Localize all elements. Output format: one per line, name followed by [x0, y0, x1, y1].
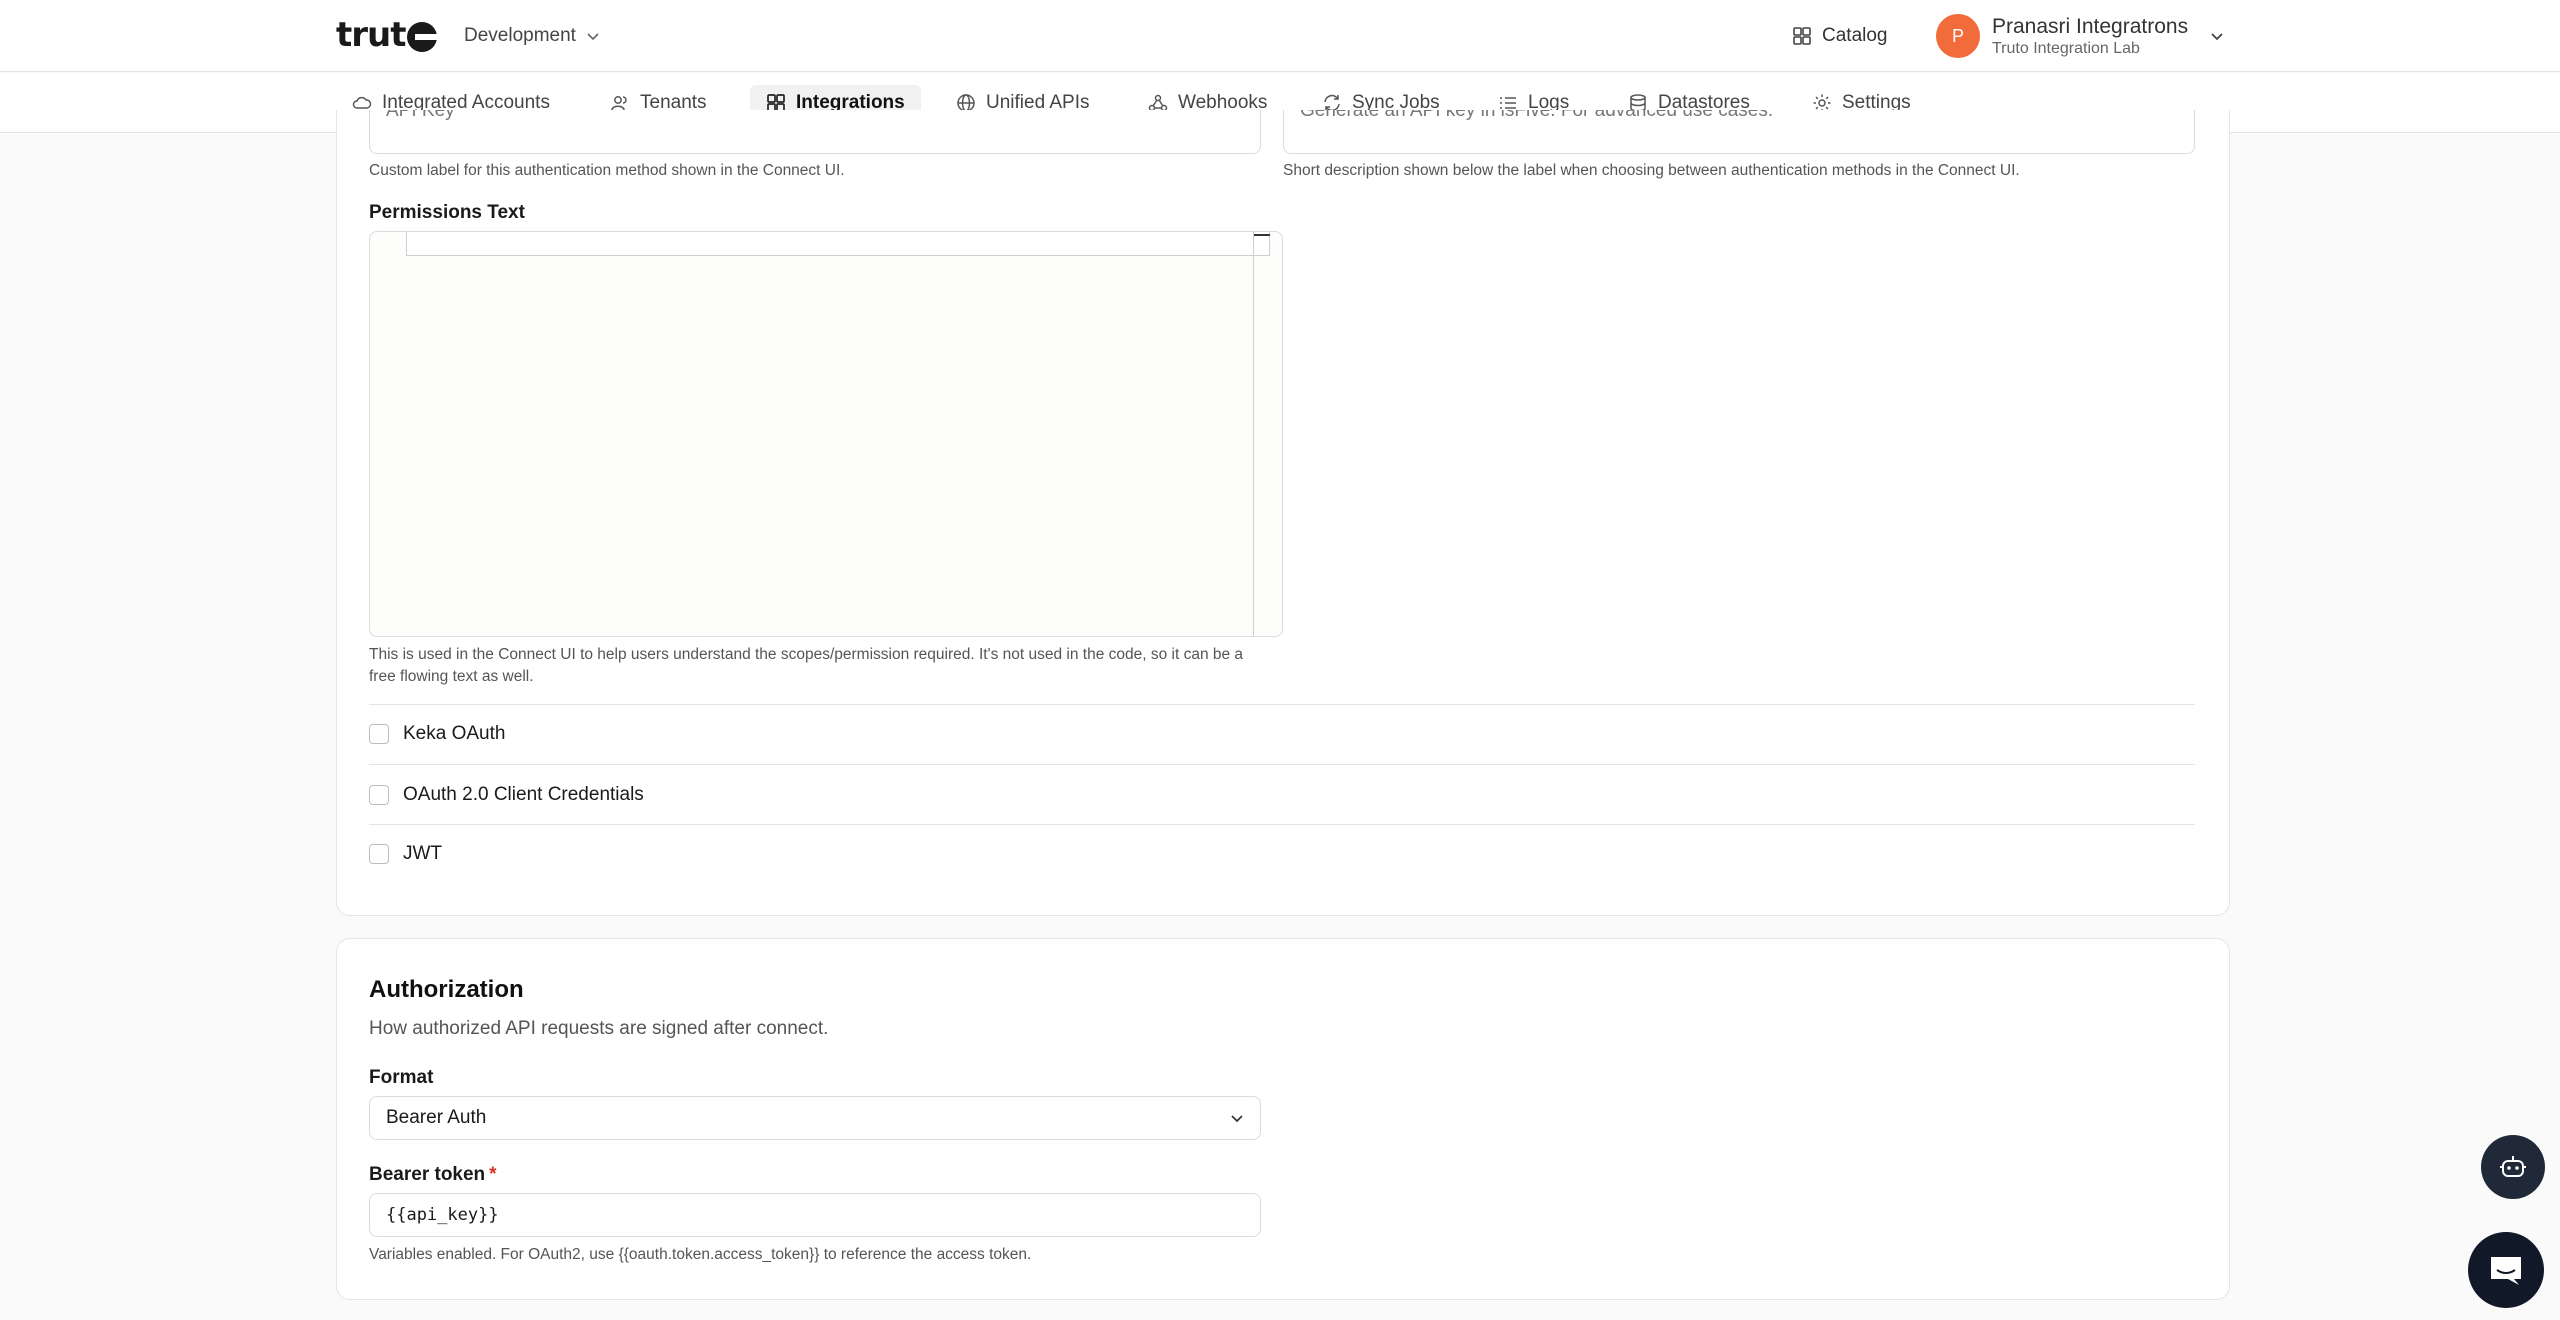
auth-description-help: Short description shown below the label …	[1283, 162, 2020, 179]
logo-text: trut	[336, 15, 406, 55]
environment-selector[interactable]: Development	[464, 22, 600, 50]
permissions-help: This is used in the Connect UI to help u…	[369, 646, 1244, 685]
format-value: Bearer Auth	[386, 1107, 487, 1128]
top-bar: trut Development Catalog P Pranasri Inte…	[0, 0, 2560, 72]
oauth-client-credentials-checkbox[interactable]	[369, 785, 389, 805]
option-oauth-client-credentials[interactable]: OAuth 2.0 Client Credentials	[369, 780, 644, 810]
option-jwt[interactable]: JWT	[369, 839, 442, 869]
permissions-editor[interactable]	[369, 231, 1283, 637]
option-label: JWT	[403, 843, 443, 864]
environment-label: Development	[464, 25, 576, 46]
auth-label-input[interactable]: API Key	[369, 110, 1261, 154]
bearer-token-help: Variables enabled. For OAuth2, use {{oau…	[369, 1246, 1032, 1263]
option-label: OAuth 2.0 Client Credentials	[403, 784, 644, 805]
format-label: Format	[369, 1067, 434, 1088]
format-select[interactable]: Bearer Auth	[369, 1096, 1261, 1140]
robot-icon	[2500, 1156, 2526, 1177]
authorization-subtitle: How authorized API requests are signed a…	[369, 1018, 829, 1039]
grid-icon	[1793, 27, 1811, 45]
editor-scrollbar[interactable]	[1253, 232, 1254, 636]
auth-description-input[interactable]: Generate an API key in isFive. For advan…	[1283, 110, 2195, 154]
editor-scroll-thumb[interactable]	[1254, 234, 1270, 236]
divider	[369, 764, 2195, 765]
auth-label-help: Custom label for this authentication met…	[369, 162, 845, 179]
divider	[369, 824, 2195, 825]
user-org: Truto Integration Lab	[1992, 40, 2140, 57]
option-keka-oauth[interactable]: Keka OAuth	[369, 719, 505, 749]
required-marker: *	[489, 1164, 497, 1185]
authorization-title: Authorization	[369, 976, 524, 1003]
avatar: P	[1936, 14, 1980, 58]
truto-logo[interactable]: trut	[336, 15, 438, 55]
bearer-token-label: Bearer token *	[369, 1164, 497, 1186]
logo-mark-icon	[407, 22, 438, 52]
chat-button[interactable]	[2468, 1232, 2544, 1308]
chevron-down-icon	[2211, 33, 2223, 41]
assistant-button[interactable]	[2481, 1135, 2545, 1199]
auth-description-value: Generate an API key in isFive. For advan…	[1300, 110, 1774, 121]
divider	[369, 704, 2195, 705]
catalog-button[interactable]: Catalog	[1792, 20, 1888, 52]
catalog-label: Catalog	[1822, 25, 1888, 46]
editor-line	[406, 232, 1270, 256]
bearer-token-input[interactable]: {{api_key}}	[369, 1193, 1261, 1237]
option-label: Keka OAuth	[403, 723, 506, 744]
jwt-checkbox[interactable]	[369, 844, 389, 864]
bearer-token-label-text: Bearer token	[369, 1164, 486, 1185]
chevron-down-icon	[587, 33, 599, 41]
permissions-label: Permissions Text	[369, 202, 525, 223]
bearer-token-value: {{api_key}}	[386, 1205, 499, 1225]
chevron-down-icon	[1231, 1115, 1243, 1123]
auth-label-value: API Key	[386, 110, 455, 121]
user-menu[interactable]: P Pranasri Integratrons Truto Integratio…	[1936, 12, 2224, 60]
chat-icon	[2491, 1257, 2521, 1285]
user-name: Pranasri Integratrons	[1992, 14, 2189, 38]
keka-oauth-checkbox[interactable]	[369, 724, 389, 744]
